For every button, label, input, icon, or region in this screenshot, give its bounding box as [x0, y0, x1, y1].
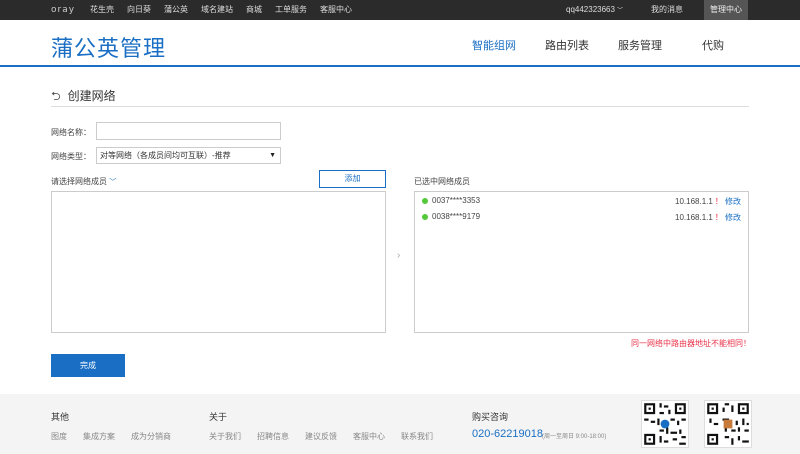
network-name-label: 网络名称： — [51, 128, 91, 137]
oray-logo[interactable]: oray — [51, 5, 75, 15]
top-nav-item-xiangrikui[interactable]: 向日葵 — [127, 0, 151, 20]
footer: 其他 图度 集成方案 成为分销商 关于 关于我们 招聘信息 建议反馈 客服中心 … — [0, 394, 800, 454]
page-title: ⮌ 创建网络 — [51, 87, 116, 108]
footer-about-links: 关于我们 招聘信息 建议反馈 客服中心 联系我们 — [209, 431, 449, 442]
network-type-select[interactable]: 对等网络（各成员间均可互联）-推荐 ▼ — [96, 147, 281, 164]
network-name-input[interactable] — [96, 122, 281, 140]
top-nav-item-ticket[interactable]: 工单服务 — [275, 0, 307, 20]
done-button[interactable]: 完成 — [51, 354, 125, 377]
network-type-selected: 对等网络（各成员间均可互联）-推荐 — [100, 151, 231, 160]
warning-icon: ！ — [714, 197, 723, 206]
dropdown-arrow-icon: ▼ — [269, 152, 276, 159]
member-ip: 10.168.1.1！ — [675, 196, 723, 207]
footer-link[interactable]: 联系我们 — [401, 431, 433, 442]
footer-link[interactable]: 图度 — [51, 431, 67, 442]
divider — [51, 106, 749, 107]
username: qq442323663 — [566, 5, 615, 14]
select-members-label: 请选择网络成员 ﹀ — [51, 176, 116, 187]
footer-other-links: 图度 集成方案 成为分销商 — [51, 431, 187, 442]
page-title-text: 创建网络 — [67, 89, 116, 103]
main-nav-service-management[interactable]: 服务管理 — [618, 37, 662, 53]
footer-link[interactable]: 关于我们 — [209, 431, 241, 442]
edit-link[interactable]: 修改 — [725, 212, 741, 223]
selected-members-list[interactable]: 0037****3353 10.168.1.1！ 修改 0038****9179… — [414, 191, 749, 333]
member-ip-value: 10.168.1.1 — [675, 213, 713, 222]
top-nav-item-domain[interactable]: 域名建站 — [201, 0, 233, 20]
footer-hours: (周一至周日 9:00-18:00) — [542, 434, 607, 440]
qr-code-icon — [641, 400, 689, 448]
footer-link[interactable]: 招聘信息 — [257, 431, 289, 442]
error-message: 同一网络中路由器地址不能相同！ — [631, 339, 751, 348]
top-nav-item-mall[interactable]: 商城 — [246, 0, 262, 20]
qr-code-icon — [704, 400, 752, 448]
selected-members-label: 已选中网络成员 — [414, 177, 470, 186]
chevron-down-icon[interactable]: ﹀ — [109, 179, 116, 186]
member-id: 0038****9179 — [432, 212, 481, 221]
main-nav-router-list[interactable]: 路由列表 — [545, 37, 589, 53]
main-header: 蒲公英管理 智能组网 路由列表 服务管理 代购 — [0, 20, 800, 67]
footer-link[interactable]: 集成方案 — [83, 431, 115, 442]
chevron-right-icon: › — [397, 250, 401, 261]
member-id: 0037****3353 — [432, 196, 481, 205]
online-status-icon — [422, 198, 428, 204]
footer-buy-title: 购买咨询 — [472, 412, 509, 422]
footer-link[interactable]: 建议反馈 — [305, 431, 337, 442]
top-nav-item-huashengke[interactable]: 花生壳 — [90, 0, 114, 20]
add-button[interactable]: 添加 — [319, 170, 386, 188]
main-nav: 智能组网 路由列表 服务管理 代购 — [0, 20, 800, 67]
list-item: 0037****3353 10.168.1.1！ 修改 — [415, 195, 748, 209]
footer-link[interactable]: 客服中心 — [353, 431, 385, 442]
online-status-icon — [422, 214, 428, 220]
select-members-text: 请选择网络成员 — [51, 177, 107, 186]
footer-about-title: 关于 — [209, 412, 228, 422]
list-item: 0038****9179 10.168.1.1！ 修改 — [415, 211, 748, 225]
top-nav-item-pugongying[interactable]: 蒲公英 — [164, 0, 188, 20]
available-members-list[interactable] — [51, 191, 386, 333]
top-nav: 花生壳 向日葵 蒲公英 域名建站 商城 工单服务 客服中心 — [90, 0, 365, 20]
chevron-down-icon: ﹀ — [616, 8, 623, 14]
main-nav-smart-network[interactable]: 智能组网 — [472, 37, 516, 53]
footer-other-title: 其他 — [51, 412, 70, 422]
main-nav-purchase[interactable]: 代购 — [702, 37, 724, 53]
top-nav-item-support[interactable]: 客服中心 — [320, 0, 352, 20]
back-arrow-icon[interactable]: ⮌ — [51, 89, 61, 103]
member-ip-value: 10.168.1.1 — [675, 197, 713, 206]
top-bar: oray 花生壳 向日葵 蒲公英 域名建站 商城 工单服务 客服中心 qq442… — [0, 0, 800, 20]
footer-phone: 020-62219018 — [472, 428, 543, 440]
warning-icon: ！ — [714, 213, 723, 222]
admin-center-link[interactable]: 管理中心 — [704, 0, 748, 20]
network-type-label: 网络类型： — [51, 152, 91, 161]
member-ip: 10.168.1.1！ — [675, 212, 723, 223]
footer-link[interactable]: 成为分销商 — [131, 431, 171, 442]
edit-link[interactable]: 修改 — [725, 196, 741, 207]
my-messages-link[interactable]: 我的消息 — [651, 0, 683, 20]
user-menu[interactable]: qq442323663 ﹀ — [566, 0, 623, 21]
